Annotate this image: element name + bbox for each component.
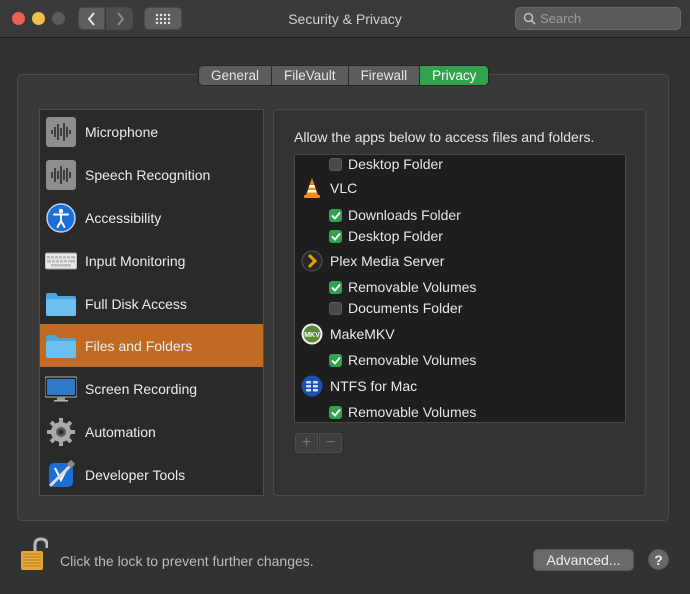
plex-icon [301, 250, 323, 272]
tab-bar: General FileVault Firewall Privacy [198, 65, 490, 86]
chevron-left-icon [87, 11, 95, 26]
sidebar-item-label: Input Monitoring [85, 252, 186, 269]
folder-label: Removable Volumes [348, 279, 477, 295]
app-name: MakeMKV [330, 326, 395, 342]
folder-icon [45, 330, 77, 362]
sidebar-item-speech-recognition[interactable]: Speech Recognition [40, 153, 263, 196]
list-item[interactable]: Desktop Folder [295, 225, 625, 247]
folder-icon [45, 288, 77, 320]
zoom-window-button[interactable] [52, 12, 65, 25]
tab-general[interactable]: General [199, 66, 273, 85]
sidebar-item-label: Microphone [85, 123, 159, 140]
search-field[interactable] [515, 7, 681, 30]
permission-checkbox[interactable] [329, 208, 342, 222]
search-icon [523, 12, 536, 25]
sidebar-item-accessibility[interactable]: Accessibility [40, 196, 263, 239]
list-item-app[interactable]: MKV MakeMKV [295, 323, 625, 345]
sidebar-item-full-disk-access[interactable]: Full Disk Access [40, 282, 263, 325]
lock-status-text: Click the lock to prevent further change… [60, 553, 314, 569]
chevron-right-icon [116, 11, 124, 26]
list-item[interactable]: Downloads Folder [295, 204, 625, 226]
permission-checkbox[interactable] [329, 229, 342, 243]
speech-recognition-icon [45, 159, 77, 191]
search-input[interactable] [540, 10, 678, 27]
show-all-button[interactable] [144, 7, 182, 30]
title-bar: Security & Privacy [0, 0, 690, 38]
folder-label: Desktop Folder [348, 156, 443, 172]
close-window-button[interactable] [12, 12, 25, 25]
accessibility-icon [45, 202, 77, 234]
list-item-app[interactable]: Plex Media Server [295, 250, 625, 272]
sidebar-item-input-monitoring[interactable]: Input Monitoring [40, 239, 263, 282]
sidebar-item-label: Files and Folders [85, 337, 193, 354]
lock-open-icon [21, 537, 49, 570]
svg-text:MKV: MKV [304, 332, 320, 339]
permission-checkbox[interactable] [329, 405, 342, 419]
sidebar-item-label: Developer Tools [85, 466, 186, 483]
tab-filevault[interactable]: FileVault [272, 66, 349, 85]
lock-button[interactable] [20, 537, 49, 578]
tab-firewall[interactable]: Firewall [348, 66, 421, 85]
list-item[interactable]: Removable Volumes [295, 349, 625, 371]
permission-checkbox[interactable] [329, 301, 342, 315]
list-item[interactable]: Documents Folder [295, 297, 625, 319]
remove-app-button[interactable]: − [319, 433, 342, 453]
sidebar-item-screen-recording[interactable]: Screen Recording [40, 367, 263, 410]
checkmark-icon [330, 283, 341, 292]
folder-label: Downloads Folder [348, 207, 461, 223]
sidebar-item-developer-tools[interactable]: Developer Tools [40, 453, 263, 496]
xcode-icon [45, 459, 77, 491]
keyboard-icon [45, 245, 77, 277]
list-item[interactable]: Desktop Folder [295, 155, 625, 175]
makemkv-icon: MKV [301, 323, 323, 345]
checkmark-icon [330, 211, 341, 220]
checkmark-icon [330, 408, 341, 417]
sidebar-item-files-and-folders[interactable]: Files and Folders [40, 324, 263, 367]
microphone-icon [45, 116, 77, 148]
app-permission-list[interactable]: Desktop Folder VLC Downloads Folder Desk… [294, 154, 626, 423]
sidebar-item-label: Automation [85, 423, 156, 440]
sidebar-item-label: Accessibility [85, 209, 162, 226]
permission-checkbox[interactable] [329, 353, 342, 367]
checkmark-icon [330, 232, 341, 241]
app-name: VLC [330, 180, 358, 196]
folder-label: Removable Volumes [348, 404, 477, 420]
app-name: Plex Media Server [330, 253, 445, 269]
ntfs-icon [301, 375, 323, 397]
add-app-button[interactable]: + [295, 433, 318, 453]
sidebar-item-label: Screen Recording [85, 380, 198, 397]
back-button[interactable] [78, 7, 105, 30]
forward-button[interactable] [106, 7, 133, 30]
display-icon [45, 373, 77, 405]
sidebar-item-label: Full Disk Access [85, 295, 187, 312]
help-button[interactable]: ? [648, 549, 669, 570]
list-item[interactable]: Removable Volumes [295, 276, 625, 298]
minimize-window-button[interactable] [32, 12, 45, 25]
privacy-category-list[interactable]: Microphone Speech Recognition Accessibil… [39, 109, 264, 496]
list-item[interactable]: Removable Volumes [295, 401, 625, 422]
folder-label: Desktop Folder [348, 228, 443, 244]
gear-icon [45, 416, 77, 448]
checkmark-icon [330, 356, 341, 365]
list-item-app[interactable]: NTFS for Mac [295, 375, 625, 397]
vlc-icon [301, 177, 323, 199]
advanced-button[interactable]: Advanced... [533, 549, 634, 571]
tab-privacy[interactable]: Privacy [420, 66, 489, 85]
permission-checkbox[interactable] [329, 280, 342, 294]
sidebar-item-microphone[interactable]: Microphone [40, 110, 263, 153]
list-item-app[interactable]: VLC [295, 177, 625, 199]
sidebar-item-label: Speech Recognition [85, 166, 211, 183]
sidebar-item-automation[interactable]: Automation [40, 410, 263, 453]
folder-label: Documents Folder [348, 300, 463, 316]
grid-icon [155, 13, 171, 24]
app-name: NTFS for Mac [330, 378, 418, 394]
folder-label: Removable Volumes [348, 352, 477, 368]
permission-checkbox[interactable] [329, 157, 342, 171]
pane-description: Allow the apps below to access files and… [294, 129, 595, 145]
